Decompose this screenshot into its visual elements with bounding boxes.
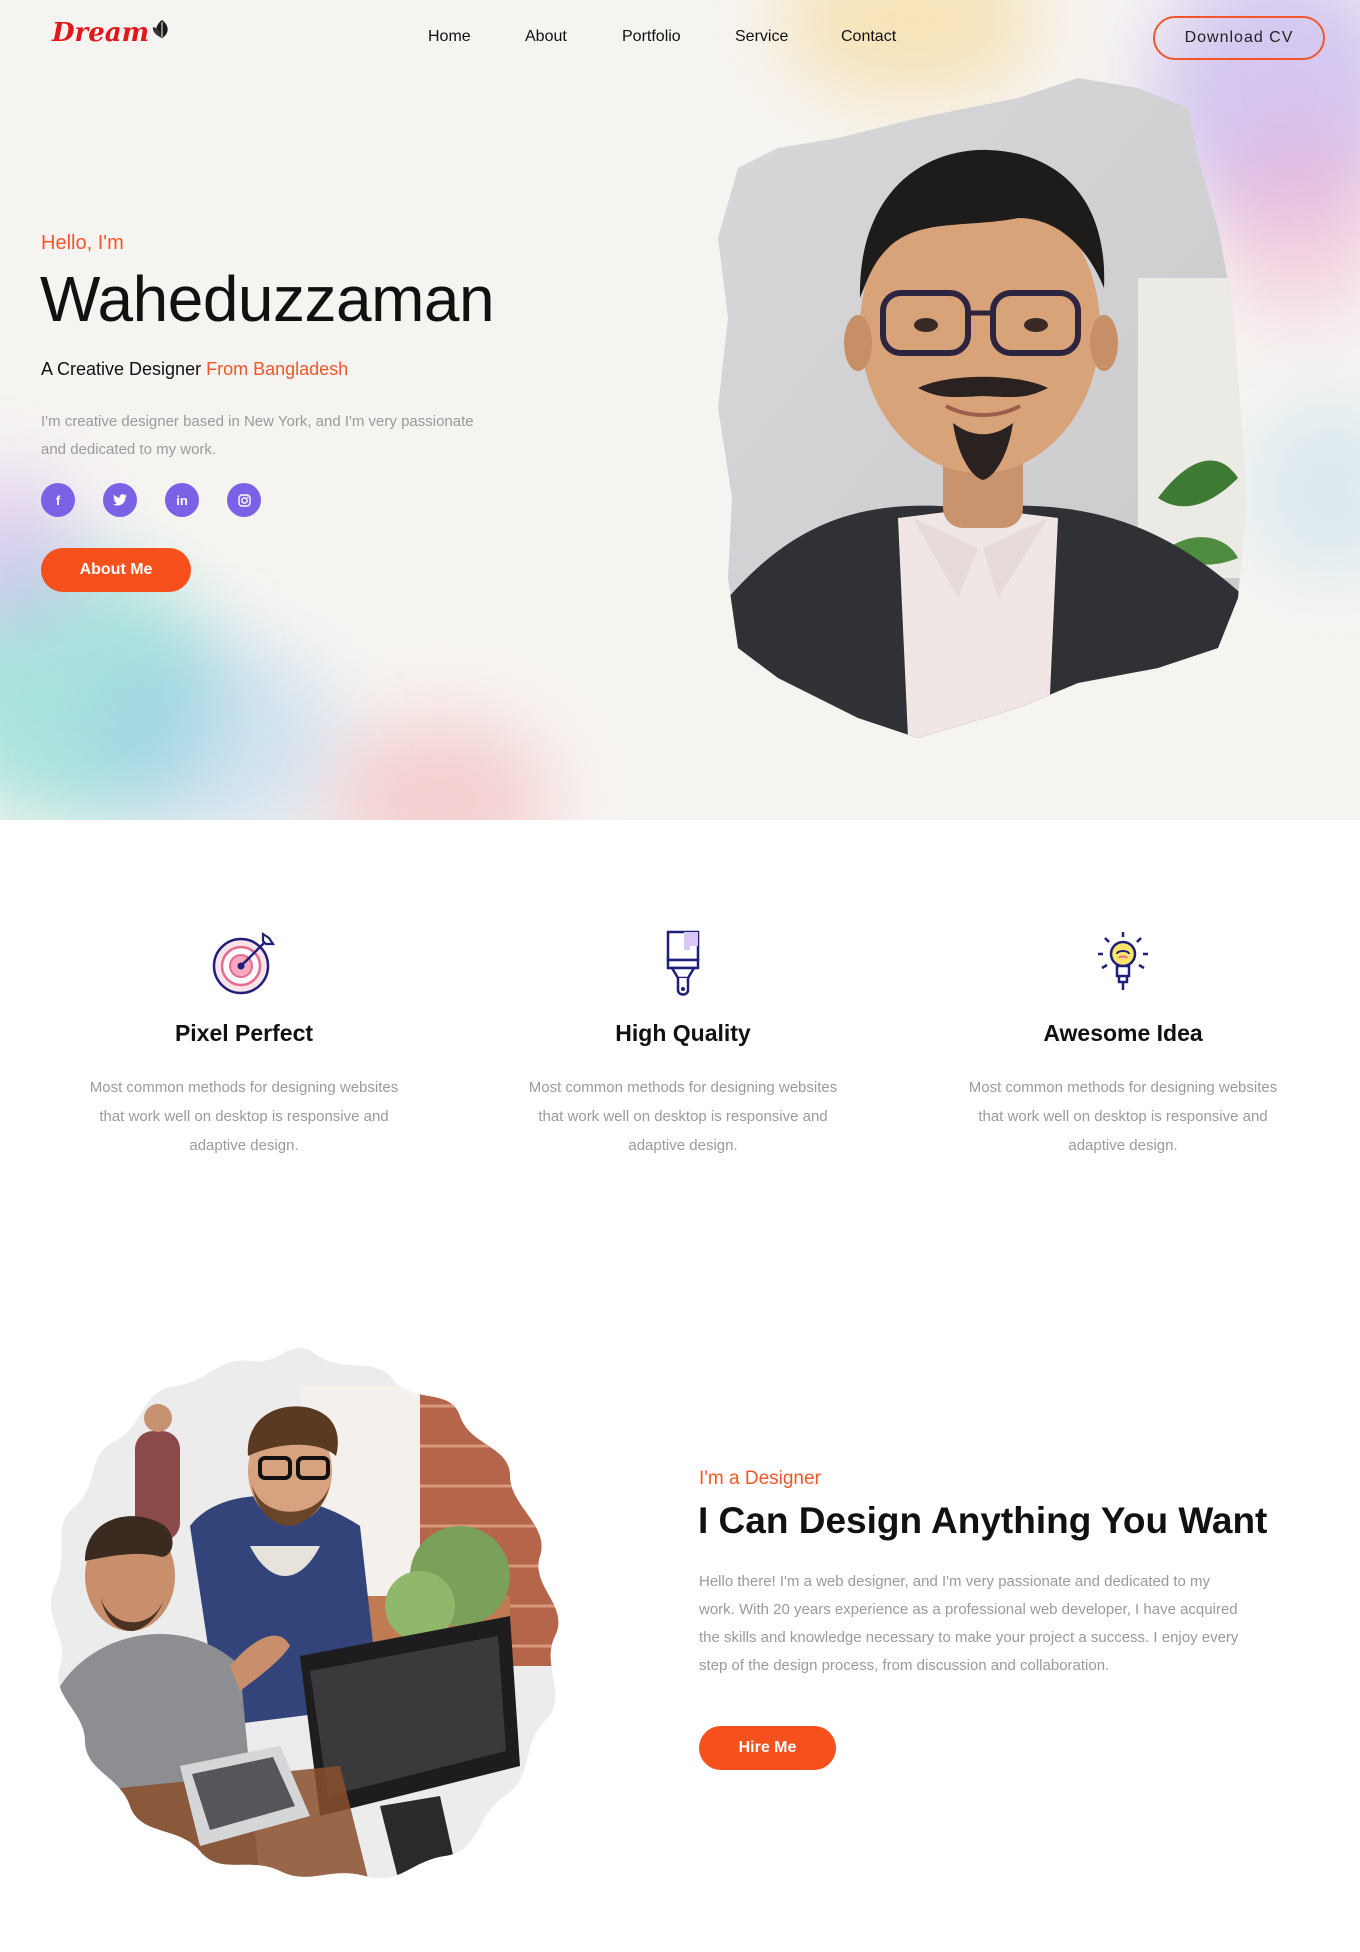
paint-splash — [330, 720, 550, 820]
feature-title: Pixel Perfect — [174, 1020, 314, 1046]
nav-item-home[interactable]: Home — [428, 28, 471, 46]
feature-description: Most common methods for designing websit… — [89, 1079, 399, 1154]
facebook-icon[interactable]: f — [41, 483, 75, 517]
nav-item-service[interactable]: Service — [735, 28, 788, 46]
social-links: f in — [41, 483, 289, 517]
hero-greeting: Hello, I'm — [41, 232, 124, 254]
hire-me-button[interactable]: Hire Me — [699, 1726, 836, 1770]
paint-brush-icon — [666, 930, 700, 996]
about-eyebrow: I'm a Designer — [699, 1468, 821, 1489]
download-cv-button[interactable]: Download CV — [1153, 16, 1325, 60]
linkedin-icon[interactable]: in — [165, 483, 199, 517]
twitter-icon[interactable] — [103, 483, 137, 517]
feature-title: High Quality — [615, 1020, 751, 1046]
tagline-highlight: From Bangladesh — [206, 359, 349, 379]
nav-item-about[interactable]: About — [525, 28, 567, 46]
feature-card: High Quality Most common methods for des… — [513, 930, 853, 1160]
tagline-prefix: A Creative Designer — [41, 359, 207, 379]
instagram-icon[interactable] — [227, 483, 261, 517]
feature-title: Awesome Idea — [1043, 1020, 1203, 1046]
about-me-button[interactable]: About Me — [41, 548, 191, 592]
nav-item-portfolio[interactable]: Portfolio — [622, 28, 681, 46]
feature-card: Pixel Perfect Most common methods for de… — [74, 930, 414, 1160]
nav-item-contact[interactable]: Contact — [841, 28, 896, 46]
profile-portrait-image — [718, 78, 1246, 738]
hero-section: Dream Home About Portfolio Service Conta… — [0, 0, 1360, 820]
about-title: I Can Design Anything You Want — [698, 1500, 1268, 1541]
brand-logo-text: Dream — [52, 18, 150, 48]
hero-tagline: A Creative Designer From Bangladesh — [41, 359, 348, 380]
paint-splash — [1250, 400, 1360, 580]
about-description: Hello there! I'm a web designer, and I'm… — [699, 1573, 1239, 1674]
feature-description: Most common methods for designing websit… — [528, 1079, 838, 1154]
lightbulb-icon — [1098, 932, 1148, 990]
instagram-glyph — [237, 493, 251, 507]
leaf-icon — [153, 20, 168, 38]
brand-logo[interactable]: Dream — [52, 18, 173, 48]
paint-splash — [80, 640, 340, 820]
hero-name: Waheduzzaman — [40, 263, 495, 335]
target-icon — [212, 931, 276, 995]
feature-card: Awesome Idea Most common methods for des… — [953, 930, 1293, 1160]
twitter-bird-glyph — [113, 494, 127, 506]
top-navigation: Dream Home About Portfolio Service Conta… — [0, 0, 1360, 76]
feature-description: Most common methods for designing websit… — [968, 1079, 1278, 1154]
team-working-image — [50, 1348, 559, 1879]
hero-intro: I'm creative designer based in New York,… — [41, 413, 474, 458]
